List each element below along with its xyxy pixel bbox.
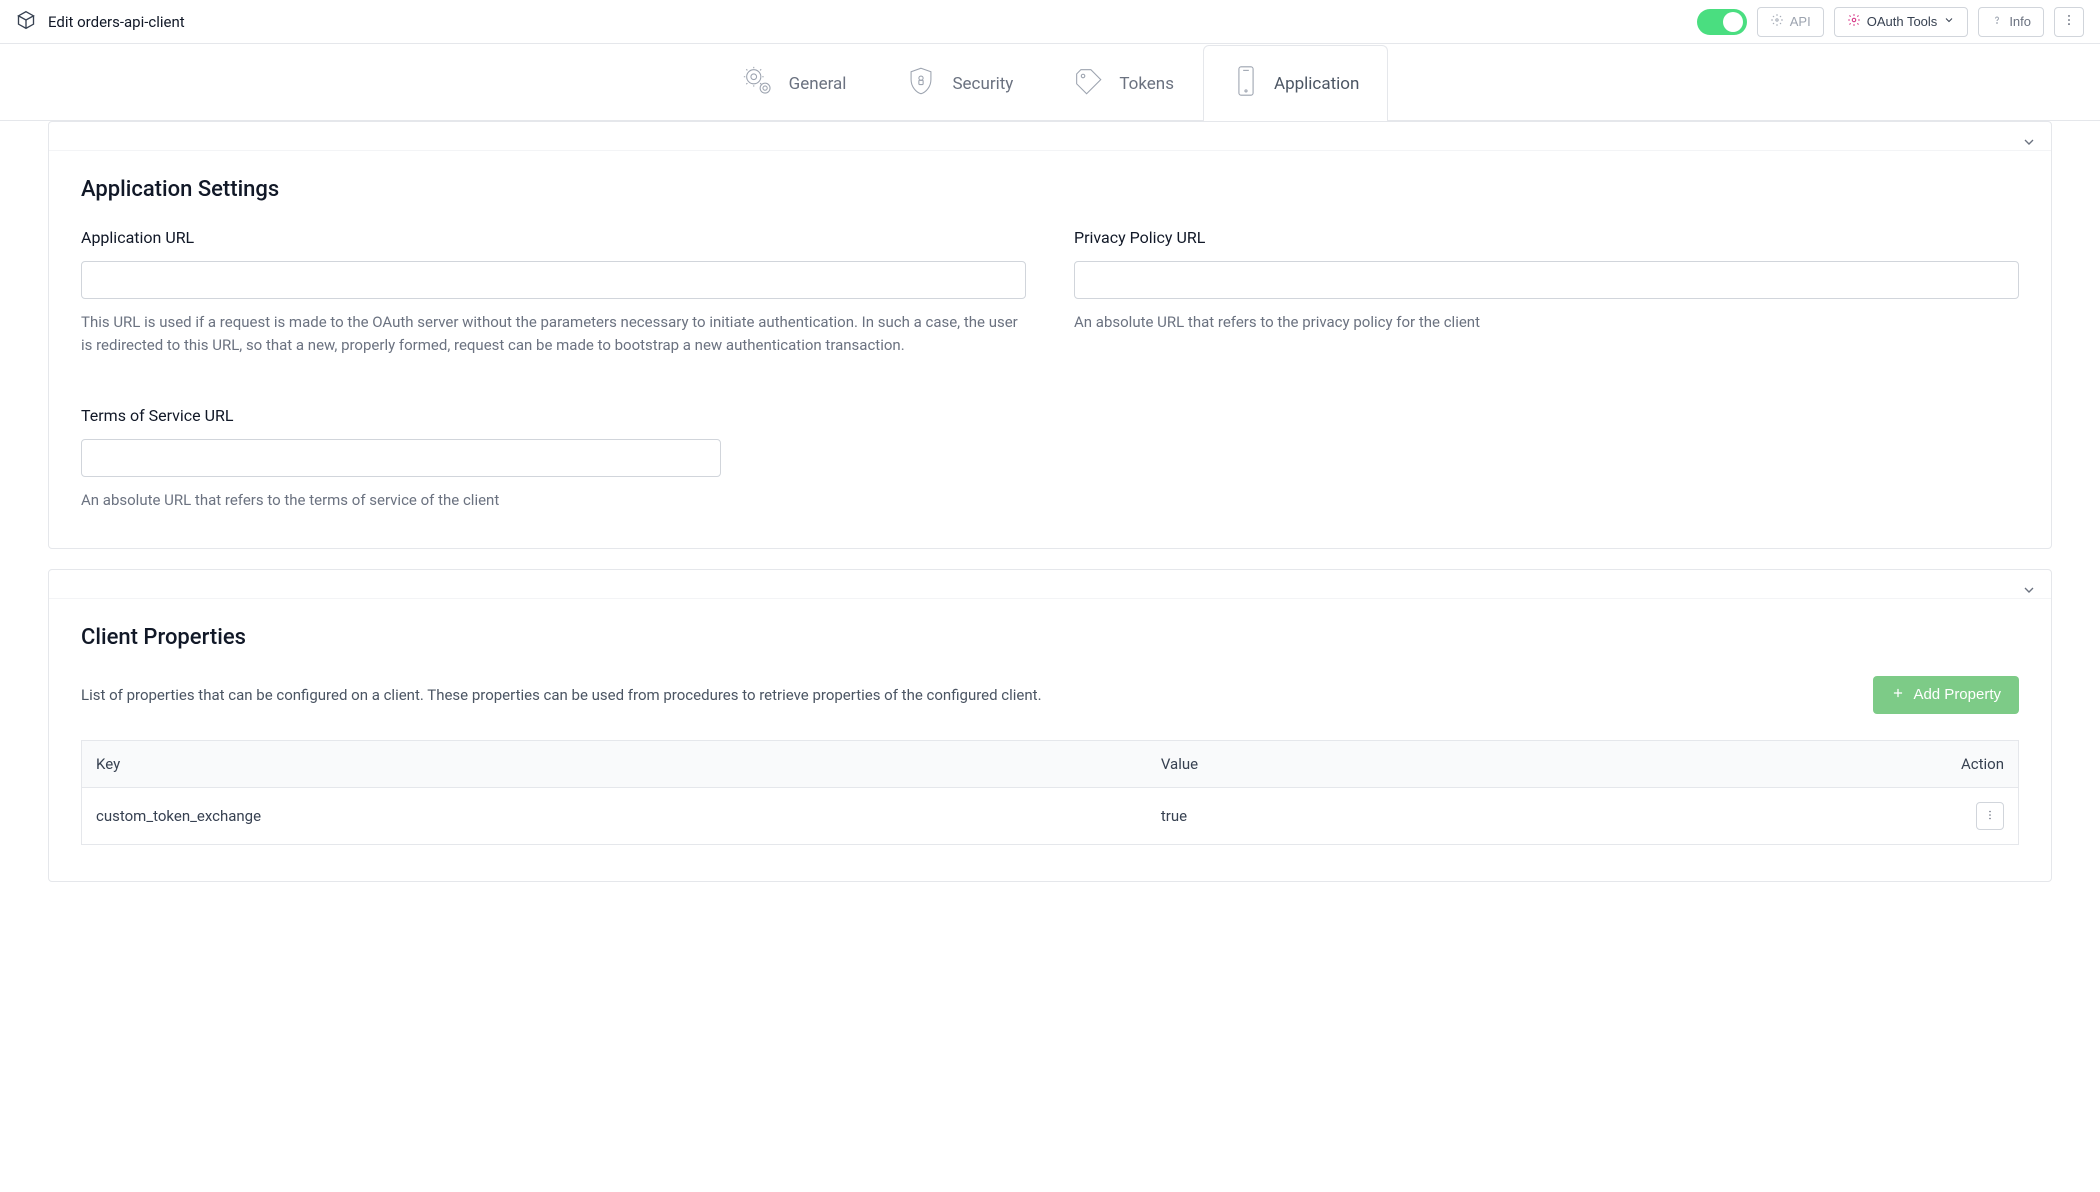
oauth-tools-button[interactable]: OAuth Tools bbox=[1834, 7, 1969, 37]
table-row: custom_token_exchangetrue bbox=[82, 787, 2019, 844]
col-value: Value bbox=[1147, 740, 1786, 787]
cell-action bbox=[1786, 787, 2018, 844]
section-title-app-settings: Application Settings bbox=[81, 177, 2019, 202]
panel-collapse-toggle[interactable] bbox=[2017, 578, 2041, 606]
application-settings-panel: Application Settings Application URL Thi… bbox=[48, 121, 2052, 549]
api-button[interactable]: API bbox=[1757, 7, 1824, 37]
api-icon bbox=[1770, 13, 1784, 30]
section-title-client-props: Client Properties bbox=[81, 625, 2019, 650]
info-button-label: Info bbox=[2009, 14, 2031, 29]
tab-security-label: Security bbox=[952, 74, 1013, 94]
panel-body: Application Settings Application URL Thi… bbox=[49, 150, 2051, 548]
enable-toggle[interactable] bbox=[1697, 9, 1747, 35]
help-privacy-url: An absolute URL that refers to the priva… bbox=[1074, 311, 2019, 334]
top-header: Edit orders-api-client API OAuth Tools I… bbox=[0, 0, 2100, 44]
input-privacy-url[interactable] bbox=[1074, 261, 2019, 299]
tab-general-label: General bbox=[789, 74, 847, 94]
question-icon bbox=[1991, 14, 2003, 29]
api-button-label: API bbox=[1790, 14, 1811, 29]
chevron-down-icon bbox=[1943, 14, 1955, 29]
col-key: Key bbox=[82, 740, 1147, 787]
chevron-down-icon bbox=[2021, 138, 2037, 154]
app-settings-grid: Application URL This URL is used if a re… bbox=[81, 228, 2019, 388]
kebab-icon bbox=[1984, 807, 1996, 825]
kebab-icon bbox=[2062, 13, 2076, 30]
header-left: Edit orders-api-client bbox=[16, 10, 185, 34]
label-application-url: Application URL bbox=[81, 228, 1026, 247]
shield-icon bbox=[904, 64, 938, 103]
client-props-table: Key Value Action custom_token_exchangetr… bbox=[81, 740, 2019, 845]
panel-body: Client Properties List of properties tha… bbox=[49, 598, 2051, 881]
row-actions-button[interactable] bbox=[1976, 802, 2004, 830]
info-button[interactable]: Info bbox=[1978, 7, 2044, 37]
tabs-bar: General Security Tokens Ap bbox=[0, 44, 2100, 121]
panel-header-strip bbox=[49, 122, 2051, 150]
device-icon bbox=[1232, 64, 1260, 103]
package-icon bbox=[16, 10, 36, 34]
client-properties-panel: Client Properties List of properties tha… bbox=[48, 569, 2052, 882]
tab-tokens[interactable]: Tokens bbox=[1042, 45, 1203, 121]
page-title: Edit orders-api-client bbox=[48, 13, 185, 31]
tab-general[interactable]: General bbox=[712, 45, 876, 121]
gear-icon bbox=[1847, 13, 1861, 30]
col-action: Action bbox=[1786, 740, 2018, 787]
tab-application-label: Application bbox=[1274, 74, 1359, 94]
panel-collapse-toggle[interactable] bbox=[2017, 130, 2041, 158]
cell-key: custom_token_exchange bbox=[82, 787, 1147, 844]
client-props-description: List of properties that can be configure… bbox=[81, 686, 1042, 704]
add-property-button[interactable]: Add Property bbox=[1873, 676, 2019, 714]
cell-value: true bbox=[1147, 787, 1786, 844]
help-application-url: This URL is used if a request is made to… bbox=[81, 311, 1026, 358]
tag-icon bbox=[1071, 64, 1105, 103]
gears-icon bbox=[741, 64, 775, 103]
label-tos-url: Terms of Service URL bbox=[81, 406, 721, 425]
oauth-tools-label: OAuth Tools bbox=[1867, 14, 1938, 29]
input-application-url[interactable] bbox=[81, 261, 1026, 299]
field-privacy-url: Privacy Policy URL An absolute URL that … bbox=[1074, 228, 2019, 388]
toggle-knob bbox=[1723, 12, 1743, 32]
input-tos-url[interactable] bbox=[81, 439, 721, 477]
plus-icon bbox=[1891, 686, 1905, 704]
panel-header-strip bbox=[49, 570, 2051, 598]
tab-application[interactable]: Application bbox=[1203, 45, 1388, 121]
field-application-url: Application URL This URL is used if a re… bbox=[81, 228, 1026, 358]
tab-security[interactable]: Security bbox=[875, 45, 1042, 121]
label-privacy-url: Privacy Policy URL bbox=[1074, 228, 2019, 247]
field-tos-url: Terms of Service URL An absolute URL tha… bbox=[81, 406, 721, 512]
chevron-down-icon bbox=[2021, 586, 2037, 602]
help-tos-url: An absolute URL that refers to the terms… bbox=[81, 489, 721, 512]
header-right: API OAuth Tools Info bbox=[1697, 7, 2084, 37]
tab-tokens-label: Tokens bbox=[1119, 74, 1174, 94]
table-header-row: Key Value Action bbox=[82, 740, 2019, 787]
more-actions-button[interactable] bbox=[2054, 7, 2084, 37]
main-content: Application Settings Application URL Thi… bbox=[0, 121, 2100, 922]
client-props-header-row: List of properties that can be configure… bbox=[81, 676, 2019, 714]
add-property-label: Add Property bbox=[1913, 686, 2001, 703]
